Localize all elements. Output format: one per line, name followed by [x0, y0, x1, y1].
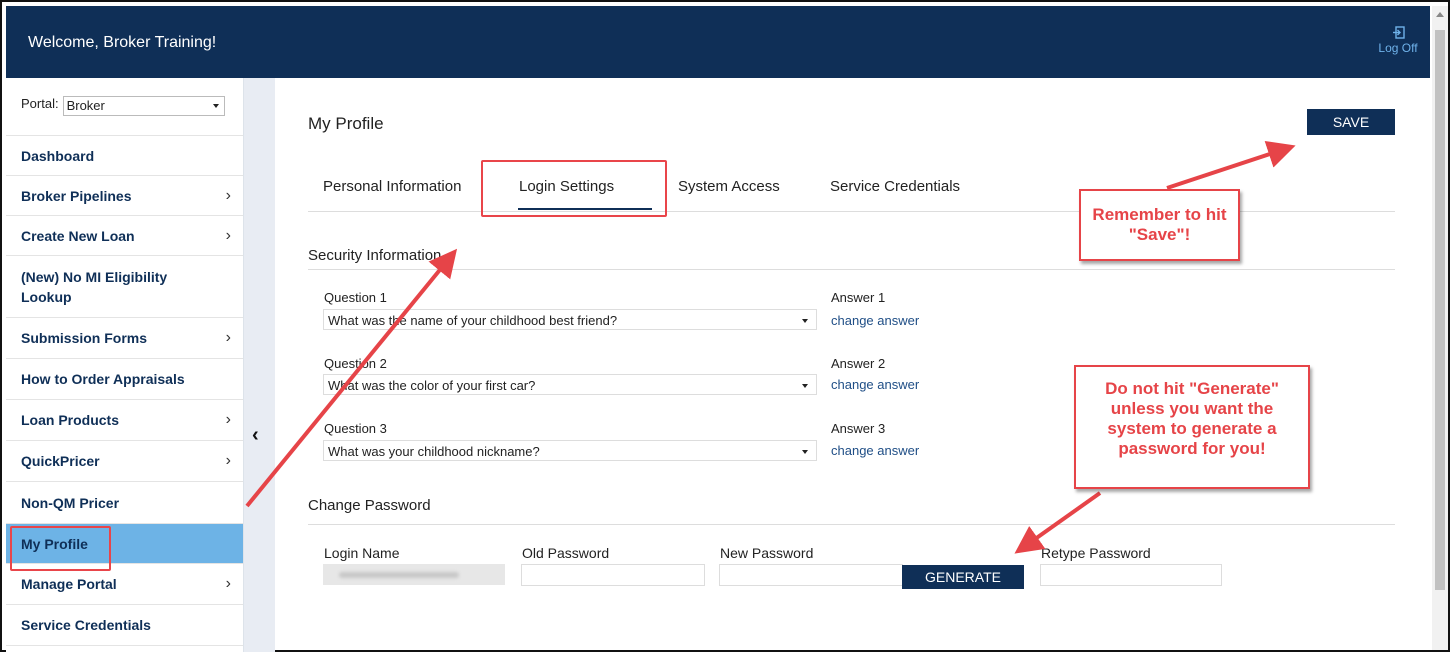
question-1-select[interactable]: What was the name of your childhood best… [323, 309, 817, 330]
section-divider [308, 269, 1395, 270]
portal-row: Portal: Broker [6, 78, 243, 136]
generate-password-button[interactable]: GENERATE [902, 565, 1024, 589]
save-reminder-callout: Remember to hit "Save"! [1079, 189, 1240, 261]
portal-select[interactable]: Broker [62, 96, 225, 116]
collapse-sidebar-icon[interactable]: ‹ [252, 424, 259, 447]
redaction-blur [339, 572, 459, 578]
tab-service-credentials[interactable]: Service Credentials [830, 178, 960, 195]
answer-1-label: Answer 1 [831, 290, 886, 305]
question-2-value: What was the color of your first car? [328, 378, 536, 393]
change-answer-2-link[interactable]: change answer [831, 377, 919, 392]
tab-system-access[interactable]: System Access [678, 178, 780, 195]
change-answer-1-link[interactable]: change answer [831, 313, 919, 328]
login-name-field-redacted [323, 564, 505, 585]
sidebar-item-label: QuickPricer [21, 453, 100, 469]
logoff-label: Log Off [1378, 41, 1418, 55]
chevron-down-icon [802, 450, 808, 454]
sidebar-item-label: Service Credentials [21, 617, 151, 633]
chevron-right-icon: › [225, 186, 231, 204]
question-1-label: Question 1 [324, 290, 387, 305]
chevron-down-icon [802, 319, 808, 323]
sidebar-item-label: Submission Forms [21, 330, 148, 346]
sidebar-item-non-qm-pricer[interactable]: Non-QM Pricer [6, 482, 243, 524]
question-3-select[interactable]: What was your childhood nickname? [323, 440, 817, 461]
sidebar-item-new-no-mi-eligibility-lookup[interactable]: (New) No MI Eligibility Lookup [6, 256, 243, 318]
chevron-right-icon: › [225, 575, 231, 592]
logoff-button[interactable]: Log Off [1378, 26, 1418, 55]
login-settings-highlight [481, 160, 667, 217]
old-password-input[interactable] [521, 564, 705, 586]
section-divider [308, 524, 1395, 525]
login-name-label: Login Name [324, 545, 400, 561]
portal-select-value: Broker [66, 98, 105, 113]
new-password-label: New Password [720, 545, 814, 561]
retype-password-label: Retype Password [1041, 545, 1151, 561]
sidebar-item-label: Dashboard [21, 147, 95, 164]
question-2-label: Question 2 [324, 356, 387, 371]
scroll-up-arrow-icon[interactable] [1436, 12, 1444, 17]
sidebar-item-create-new-loan[interactable]: Create New Loan › [6, 216, 243, 256]
chevron-down-icon [802, 384, 808, 388]
logoff-icon [1392, 26, 1405, 39]
sidebar-item-submission-forms[interactable]: Submission Forms › [6, 318, 243, 359]
sidebar-item-loan-products[interactable]: Loan Products › [6, 400, 243, 441]
page-scrollbar[interactable] [1432, 6, 1448, 650]
top-header-bar: Welcome, Broker Training! Log Off [6, 6, 1430, 78]
sidebar-item-how-to-order-appraisals[interactable]: How to Order Appraisals [6, 359, 243, 400]
save-button[interactable]: SAVE [1307, 109, 1395, 135]
chevron-right-icon: › [225, 452, 231, 469]
sidebar-item-label: Non-QM Pricer [21, 494, 120, 511]
question-3-value: What was your childhood nickname? [328, 444, 540, 459]
old-password-label: Old Password [522, 545, 610, 561]
retype-password-input[interactable] [1040, 564, 1222, 586]
chevron-right-icon: › [225, 329, 231, 346]
sidebar-item-quickpricer[interactable]: QuickPricer › [6, 441, 243, 482]
chevron-down-icon [212, 104, 219, 108]
sidebar-item-label: (New) No MI Eligibility Lookup [21, 268, 168, 305]
answer-3-label: Answer 3 [831, 421, 886, 436]
question-2-select[interactable]: What was the color of your first car? [323, 374, 817, 395]
sidebar-collapse-rail[interactable]: ‹ [244, 78, 275, 652]
welcome-text: Welcome, Broker Training! [28, 34, 217, 51]
sidebar-item-label: Loan Products [21, 412, 120, 428]
my-profile-highlight [10, 526, 111, 571]
tab-personal-information[interactable]: Personal Information [323, 178, 461, 195]
sidebar-item-broker-pipelines[interactable]: Broker Pipelines › [6, 176, 243, 216]
question-1-value: What was the name of your childhood best… [328, 313, 618, 328]
change-password-heading: Change Password [308, 497, 431, 514]
sidebar-item-label: Create New Loan [21, 227, 135, 244]
chevron-right-icon: › [225, 226, 231, 244]
chevron-right-icon: › [225, 411, 231, 428]
sidebar-item-label: Manage Portal [21, 576, 117, 592]
security-information-heading: Security Information [308, 247, 442, 264]
new-password-input[interactable] [719, 564, 903, 586]
sidebar-item-label: Broker Pipelines [21, 187, 132, 204]
portal-label: Portal: [21, 96, 59, 111]
question-3-label: Question 3 [324, 421, 387, 436]
sidebar-item-label: How to Order Appraisals [21, 371, 185, 387]
sidebar-item-dashboard[interactable]: Dashboard [6, 136, 243, 176]
answer-2-label: Answer 2 [831, 356, 886, 371]
sidebar-item-service-credentials[interactable]: Service Credentials [6, 605, 243, 646]
page-title: My Profile [308, 114, 384, 133]
change-answer-3-link[interactable]: change answer [831, 443, 919, 458]
scrollbar-thumb[interactable] [1435, 30, 1445, 590]
generate-warning-callout: Do not hit "Generate" unless you want th… [1074, 365, 1310, 489]
